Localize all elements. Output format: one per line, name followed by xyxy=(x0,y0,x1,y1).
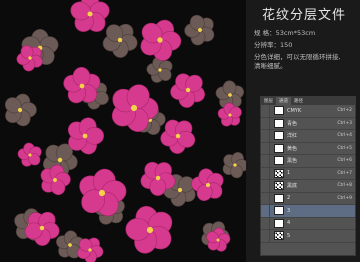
channel-shortcut: Ctrl+4 xyxy=(337,133,352,139)
channel-shortcut: Ctrl+6 xyxy=(337,158,352,164)
channel-thumbnail xyxy=(274,118,284,128)
channel-name: 青色 xyxy=(287,120,298,127)
channel-name: 1 xyxy=(287,170,291,177)
tab-layers[interactable]: 图层 xyxy=(261,97,276,105)
channel-row[interactable]: 洋红 Ctrl+4 xyxy=(261,130,355,143)
visibility-eye-icon[interactable] xyxy=(261,205,270,217)
channel-thumbnail xyxy=(274,231,284,241)
tab-channels[interactable]: 通道 xyxy=(276,97,291,105)
info-panel: 花纹分层文件 规 格：53cm*53cm 分辨率：150 分色详细，可以无限循环… xyxy=(246,0,360,96)
gray-flower xyxy=(184,14,215,46)
visibility-eye-icon[interactable] xyxy=(261,130,270,142)
channel-name: 3 xyxy=(287,207,291,214)
visibility-eye-icon[interactable] xyxy=(261,230,270,242)
channel-thumbnail xyxy=(274,181,284,191)
pink-flower xyxy=(125,205,173,254)
channel-shortcut: Ctrl+5 xyxy=(337,145,352,151)
product-title: 花纹分层文件 xyxy=(262,8,347,23)
channel-row[interactable]: 3 xyxy=(261,205,355,218)
channel-row[interactable]: 4 xyxy=(261,217,355,230)
channel-thumbnail xyxy=(274,131,284,141)
channel-row[interactable]: 5 xyxy=(261,230,355,243)
pattern-artwork xyxy=(0,0,246,262)
channel-thumbnail xyxy=(274,218,284,228)
channel-name: 黑色 xyxy=(287,158,298,165)
channel-thumbnail xyxy=(274,156,284,166)
visibility-eye-icon[interactable] xyxy=(261,155,270,167)
channel-thumbnail xyxy=(274,106,284,116)
description-line-2: 清晰细腻。 xyxy=(254,62,287,70)
channel-shortcut: Ctrl+8 xyxy=(337,183,352,189)
channel-thumbnail xyxy=(274,143,284,153)
channel-name: 5 xyxy=(287,232,291,239)
channel-shortcut: Ctrl+3 xyxy=(337,120,352,126)
channel-shortcut: Ctrl+7 xyxy=(337,170,352,176)
channel-thumbnail xyxy=(274,193,284,203)
pink-flower xyxy=(70,0,110,32)
channel-name: 黄色 xyxy=(287,145,298,152)
channel-row[interactable]: 1 Ctrl+7 xyxy=(261,167,355,180)
description-line-1: 分色详细，可以无限循环拼接, xyxy=(254,53,341,61)
visibility-eye-icon[interactable] xyxy=(261,192,270,204)
tab-paths[interactable]: 路径 xyxy=(291,97,306,105)
visibility-eye-icon[interactable] xyxy=(261,142,270,154)
channel-row[interactable]: 黄色 Ctrl+5 xyxy=(261,142,355,155)
channel-row[interactable]: 青色 Ctrl+3 xyxy=(261,117,355,130)
pink-flower xyxy=(191,168,224,201)
channels-panel: 图层 通道 路径 CMYK Ctrl+2 青色 Ctrl+3 洋红 Ctrl+4 黄色 Ctr… xyxy=(260,96,356,256)
channel-name: 黑底 xyxy=(287,183,298,190)
visibility-eye-icon[interactable] xyxy=(261,217,270,229)
visibility-eye-icon[interactable] xyxy=(261,117,270,129)
gray-flower xyxy=(4,93,37,127)
size-line: 规 格：53cm*53cm xyxy=(254,29,316,37)
channel-row[interactable]: 2 Ctrl+9 xyxy=(261,192,355,205)
visibility-eye-icon[interactable] xyxy=(261,180,270,192)
pink-flower xyxy=(17,142,42,167)
flower-pattern xyxy=(4,0,246,262)
channel-name: 2 xyxy=(287,195,291,202)
visibility-eye-icon[interactable] xyxy=(261,105,270,117)
canvas-stage: 花纹分层文件 规 格：53cm*53cm 分辨率：150 分色详细，可以无限循环… xyxy=(0,0,360,262)
visibility-eye-icon[interactable] xyxy=(261,167,270,179)
resolution-line: 分辨率：150 xyxy=(254,41,293,49)
channel-name: CMYK xyxy=(287,107,302,114)
channel-row[interactable]: CMYK Ctrl+2 xyxy=(261,105,355,118)
channel-name: 4 xyxy=(287,220,291,227)
channel-row[interactable]: 黑底 Ctrl+8 xyxy=(261,180,355,193)
channel-thumbnail xyxy=(274,168,284,178)
panel-tabs: 图层 通道 路径 xyxy=(261,97,355,105)
channel-shortcut: Ctrl+9 xyxy=(337,195,352,201)
channel-row[interactable]: 黑色 Ctrl+6 xyxy=(261,155,355,168)
channel-name: 洋红 xyxy=(287,133,298,140)
channel-thumbnail xyxy=(274,206,284,216)
channel-shortcut: Ctrl+2 xyxy=(337,108,352,114)
